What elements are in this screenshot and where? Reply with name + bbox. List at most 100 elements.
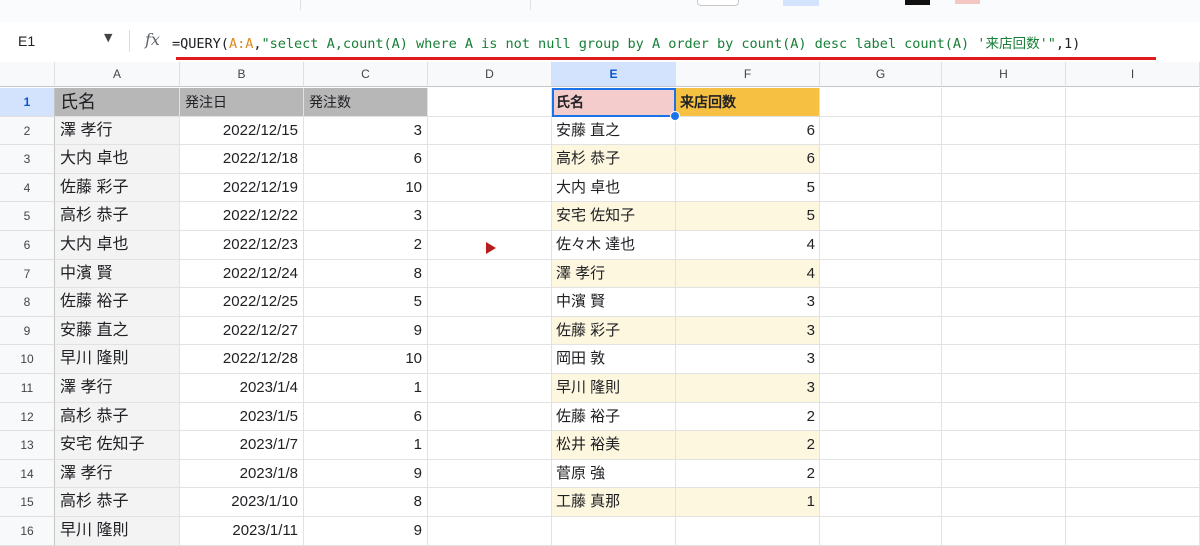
row-header-7[interactable]: 7	[0, 259, 55, 289]
result-cell-name[interactable]: 安宅 佐知子	[552, 202, 676, 231]
cell-order-date[interactable]: 2022/12/25	[180, 288, 304, 317]
row-header-1[interactable]: 1	[0, 88, 55, 117]
row-header-10[interactable]: 10	[0, 345, 55, 374]
column-header-g[interactable]: G	[820, 62, 942, 87]
cell-empty[interactable]	[428, 145, 552, 174]
toolbar-toggle-active[interactable]	[783, 0, 819, 6]
cell-empty[interactable]	[428, 116, 552, 146]
cell-empty[interactable]	[942, 345, 1066, 374]
cell-empty[interactable]	[820, 116, 942, 146]
result-cell-visit-count[interactable]: 2	[676, 402, 820, 432]
cell-empty[interactable]	[1066, 231, 1200, 260]
result-cell-name[interactable]: 佐々木 達也	[552, 231, 676, 260]
cell-empty[interactable]	[428, 459, 552, 489]
row-header-9[interactable]: 9	[0, 316, 55, 346]
result-cell-name[interactable]: 早川 隆則	[552, 374, 676, 403]
result-cell-name[interactable]: 佐藤 彩子	[552, 316, 676, 346]
row-header-16[interactable]: 16	[0, 517, 55, 546]
cell-order-date[interactable]: 2023/1/7	[180, 431, 304, 460]
cell-empty[interactable]	[1066, 402, 1200, 432]
cell-empty[interactable]	[1066, 459, 1200, 489]
cell-empty[interactable]	[428, 402, 552, 432]
active-cell-selection[interactable]	[552, 88, 676, 117]
row-header-15[interactable]: 15	[0, 488, 55, 517]
cell-order-qty[interactable]: 10	[304, 345, 428, 374]
cell-empty[interactable]	[942, 374, 1066, 403]
cell-empty[interactable]	[820, 259, 942, 289]
cell-empty[interactable]	[676, 517, 820, 546]
cell-empty[interactable]	[942, 488, 1066, 517]
cell-order-date[interactable]: 2022/12/24	[180, 259, 304, 289]
result-cell-visit-count[interactable]: 2	[676, 459, 820, 489]
cell-order-date[interactable]: 2023/1/4	[180, 374, 304, 403]
cell-empty[interactable]	[428, 517, 552, 546]
cell-order-date[interactable]: 2022/12/23	[180, 231, 304, 260]
cell-order-qty[interactable]: 3	[304, 202, 428, 231]
row-header-2[interactable]: 2	[0, 116, 55, 146]
cell-empty[interactable]	[428, 202, 552, 231]
cell-empty[interactable]	[1066, 145, 1200, 174]
cell-order-date[interactable]: 2023/1/11	[180, 517, 304, 546]
cell-empty[interactable]	[820, 402, 942, 432]
cell-order-date[interactable]: 2023/1/5	[180, 402, 304, 432]
row-header-5[interactable]: 5	[0, 202, 55, 231]
cell-empty[interactable]	[820, 288, 942, 317]
cell-order-qty[interactable]: 2	[304, 231, 428, 260]
cell-name[interactable]: 佐藤 裕子	[55, 288, 180, 317]
result-cell-name[interactable]: 岡田 敦	[552, 345, 676, 374]
cell-empty[interactable]	[428, 259, 552, 289]
cell-empty[interactable]	[428, 173, 552, 203]
column-header-f[interactable]: F	[676, 62, 820, 87]
cell-order-date[interactable]: 2022/12/18	[180, 145, 304, 174]
cell-empty[interactable]	[820, 202, 942, 231]
cell-empty[interactable]	[428, 288, 552, 317]
cell-order-date[interactable]: 2023/1/10	[180, 488, 304, 517]
cell-name[interactable]: 早川 隆則	[55, 345, 180, 374]
cell-empty[interactable]	[820, 431, 942, 460]
result-cell-visit-count[interactable]: 5	[676, 173, 820, 203]
header-cell-name[interactable]: 氏名	[55, 88, 180, 117]
cell-order-qty[interactable]: 3	[304, 116, 428, 146]
header-cell-order-date[interactable]: 発注日	[180, 88, 304, 117]
cell-name[interactable]: 大内 卓也	[55, 231, 180, 260]
row-header-12[interactable]: 12	[0, 402, 55, 432]
cell-empty[interactable]	[820, 517, 942, 546]
cell-name[interactable]: 澤 孝行	[55, 374, 180, 403]
cell-empty[interactable]	[552, 517, 676, 546]
cell-empty[interactable]	[942, 259, 1066, 289]
cell-empty[interactable]	[820, 231, 942, 260]
result-cell-visit-count[interactable]: 5	[676, 202, 820, 231]
cell-order-date[interactable]: 2022/12/15	[180, 116, 304, 146]
result-cell-visit-count[interactable]: 2	[676, 431, 820, 460]
result-cell-visit-count[interactable]: 3	[676, 374, 820, 403]
cell-empty[interactable]	[820, 374, 942, 403]
cell-order-qty[interactable]: 10	[304, 173, 428, 203]
row-header-11[interactable]: 11	[0, 374, 55, 403]
cell-empty[interactable]	[428, 88, 552, 117]
cell-order-qty[interactable]: 8	[304, 488, 428, 517]
result-cell-name[interactable]: 安藤 直之	[552, 116, 676, 146]
cell-order-qty[interactable]: 9	[304, 316, 428, 346]
result-cell-visit-count[interactable]: 1	[676, 488, 820, 517]
cell-name[interactable]: 安藤 直之	[55, 316, 180, 346]
cell-name[interactable]: 高杉 恭子	[55, 202, 180, 231]
cell-empty[interactable]	[1066, 345, 1200, 374]
toolbar-button[interactable]	[697, 0, 739, 6]
cell-name[interactable]: 澤 孝行	[55, 116, 180, 146]
row-header-14[interactable]: 14	[0, 459, 55, 489]
row-header-13[interactable]: 13	[0, 431, 55, 460]
cell-empty[interactable]	[820, 173, 942, 203]
cell-empty[interactable]	[942, 116, 1066, 146]
cell-empty[interactable]	[1066, 517, 1200, 546]
cell-empty[interactable]	[942, 173, 1066, 203]
cell-empty[interactable]	[1066, 431, 1200, 460]
cell-empty[interactable]	[942, 402, 1066, 432]
cell-order-qty[interactable]: 6	[304, 145, 428, 174]
cell-empty[interactable]	[428, 488, 552, 517]
formula-input[interactable]: =QUERY(A:A,"select A,count(A) where A is…	[172, 32, 1080, 52]
cell-name[interactable]: 佐藤 彩子	[55, 173, 180, 203]
cell-empty[interactable]	[428, 374, 552, 403]
cell-empty[interactable]	[428, 316, 552, 346]
cell-empty[interactable]	[1066, 259, 1200, 289]
column-header-d[interactable]: D	[428, 62, 552, 87]
